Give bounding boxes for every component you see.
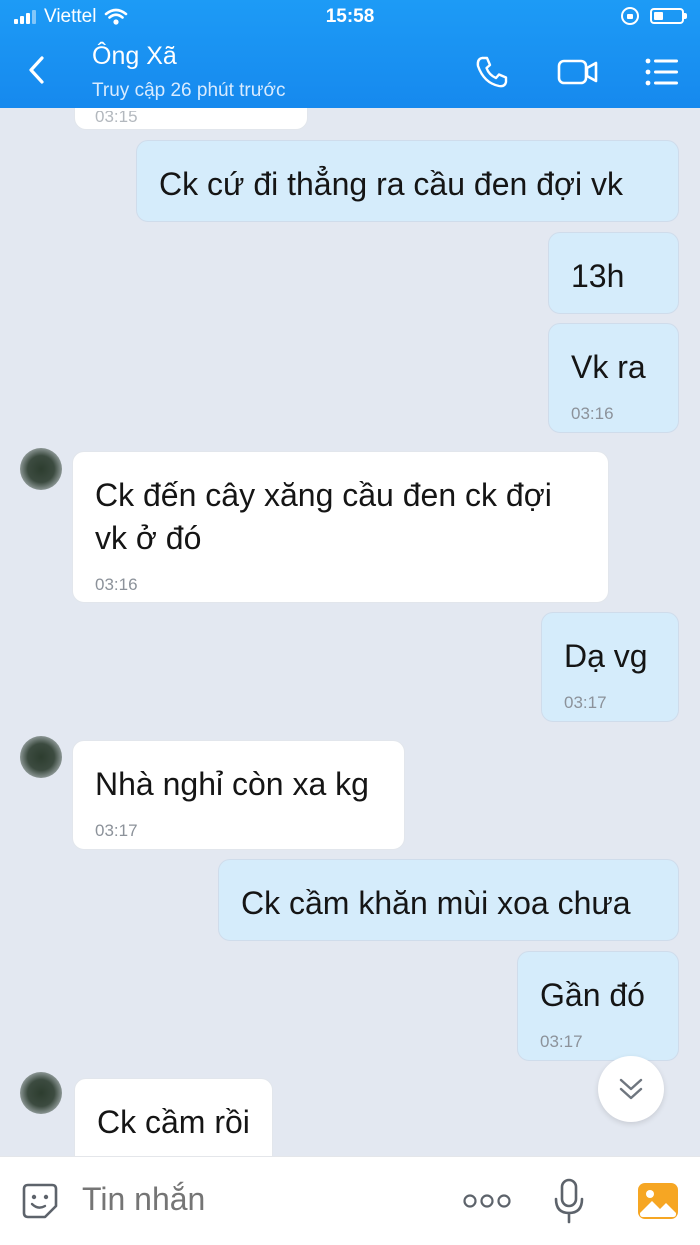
- contact-name[interactable]: Ông Xã: [92, 42, 177, 71]
- message-text: Ck cầm khăn mùi xoa chưa: [241, 885, 631, 921]
- message-time: 03:15: [95, 111, 138, 123]
- message-bubble-sent[interactable]: Ck cầm khăn mùi xoa chưa: [218, 859, 679, 941]
- message-bubble-sent[interactable]: Dạ vg 03:17: [541, 612, 679, 722]
- message-text: Ck đến cây xăng cầu đen ck đợi vk ở đó: [95, 477, 552, 557]
- message-text: Ck cứ đi thẳng ra cầu đen đợi vk: [159, 166, 623, 202]
- avatar[interactable]: [20, 736, 62, 778]
- message-input[interactable]: [82, 1181, 382, 1218]
- status-bar: Viettel 15:58: [0, 0, 700, 34]
- phone-icon[interactable]: [472, 52, 512, 92]
- scroll-to-bottom-button[interactable]: [598, 1056, 664, 1122]
- message-bubble-received[interactable]: Ck cầm rồi: [74, 1078, 273, 1156]
- list-menu-icon[interactable]: [642, 52, 682, 92]
- message-text: Vk ra: [571, 349, 646, 385]
- message-time: 03:17: [95, 821, 138, 841]
- message-bubble-sent[interactable]: Vk ra 03:16: [548, 323, 679, 433]
- message-bubble-received[interactable]: Nhà nghỉ còn xa kg 03:17: [72, 740, 405, 850]
- message-bubble-sent[interactable]: Ck cứ đi thẳng ra cầu đen đợi vk: [136, 140, 679, 222]
- message-list[interactable]: 03:15 Ck cứ đi thẳng ra cầu đen đợi vk 1…: [0, 108, 700, 1156]
- composer-bar: [0, 1156, 700, 1245]
- more-dots-icon[interactable]: [462, 1191, 512, 1211]
- message-bubble-received[interactable]: Ck đến cây xăng cầu đen ck đợi vk ở đó 0…: [72, 451, 609, 603]
- message-text: Gần đó: [540, 977, 645, 1013]
- message-text: 13h: [571, 258, 625, 294]
- status-time: 15:58: [325, 6, 375, 27]
- microphone-icon[interactable]: [552, 1177, 586, 1225]
- video-camera-icon[interactable]: [556, 52, 600, 92]
- scroll-down-icon: [619, 1078, 643, 1100]
- message-time: 03:17: [564, 693, 607, 713]
- image-gallery-icon[interactable]: [636, 1179, 680, 1223]
- message-time: 03:16: [95, 575, 138, 595]
- chat-nav: Ông Xã Truy cập 26 phút trước: [0, 34, 700, 108]
- orientation-lock-icon: [621, 7, 639, 25]
- message-time: 03:16: [571, 404, 614, 424]
- chevron-left-icon[interactable]: [20, 50, 54, 90]
- message-bubble-sent[interactable]: 13h: [548, 232, 679, 314]
- sticker-smiley-icon[interactable]: [20, 1181, 60, 1221]
- message-text: Ck cầm rồi: [97, 1104, 250, 1140]
- message-text: Dạ vg: [564, 638, 648, 674]
- avatar[interactable]: [20, 1072, 62, 1114]
- message-time: 03:17: [540, 1032, 583, 1052]
- message-text: Nhà nghỉ còn xa kg: [95, 766, 369, 802]
- status-right: [620, 6, 687, 26]
- message-bubble-sent[interactable]: Gần đó 03:17: [517, 951, 679, 1061]
- avatar[interactable]: [20, 448, 62, 490]
- header-bar: Viettel 15:58 Ông Xã Truy cập 26 phút tr…: [0, 0, 700, 108]
- battery-icon: [650, 8, 687, 24]
- last-seen-status: Truy cập 26 phút trước: [92, 80, 286, 101]
- message-bubble-received[interactable]: 03:15: [74, 108, 308, 130]
